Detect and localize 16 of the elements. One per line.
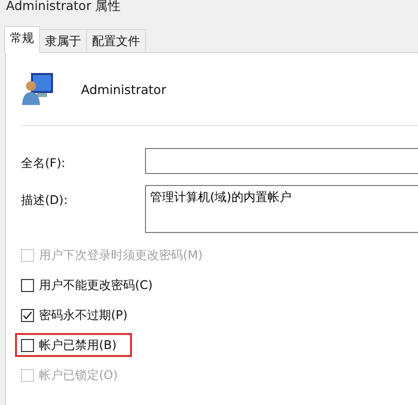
check-icon	[22, 310, 33, 320]
tab[interactable]: 配置文件	[86, 29, 146, 52]
user-computer-icon	[21, 72, 55, 106]
full-name-field[interactable]	[145, 148, 418, 174]
checkbox-label[interactable]: 密码永不过期(P)	[39, 306, 128, 324]
description-field[interactable]: 管理计算机(域)的内置帐户	[145, 185, 418, 233]
checkbox[interactable]	[21, 308, 34, 322]
checkbox-label[interactable]: 用户不能更改密码(C)	[39, 276, 153, 294]
field-label: 描述(D):	[21, 192, 69, 209]
checkbox-label[interactable]: 帐户已禁用(B)	[39, 336, 117, 354]
window-title: Administrator 属性	[5, 0, 122, 15]
tab[interactable]: 常规	[4, 26, 40, 53]
user-name: Administrator	[81, 82, 166, 96]
field-label: 全名(F):	[21, 155, 66, 172]
checkbox[interactable]	[21, 278, 34, 292]
checkbox[interactable]	[21, 338, 34, 352]
